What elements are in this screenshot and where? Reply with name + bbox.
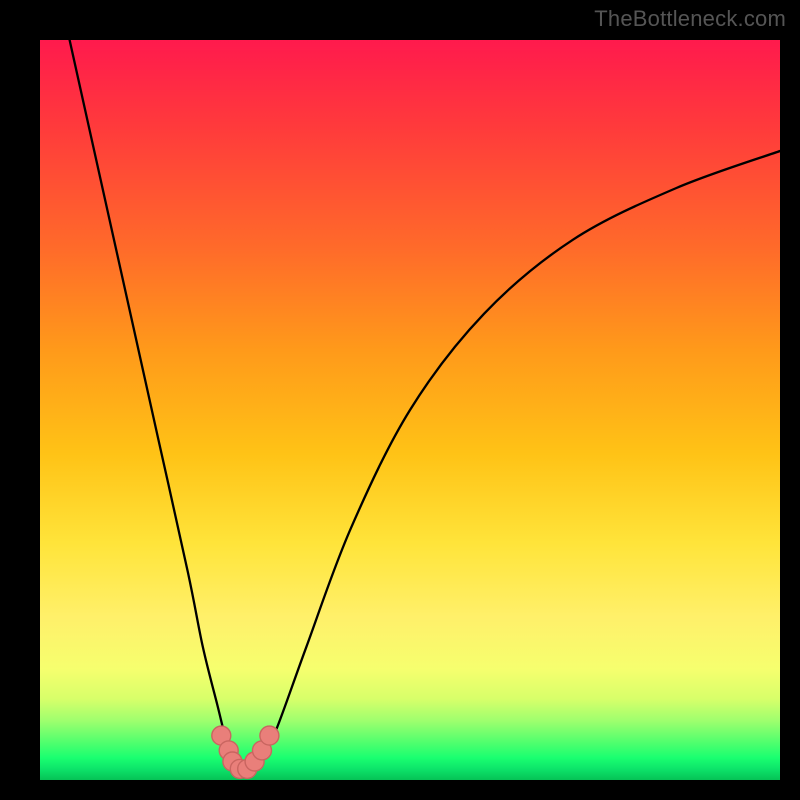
plot-area [40, 40, 780, 780]
chart-frame: TheBottleneck.com [0, 0, 800, 800]
curve-svg [40, 40, 780, 780]
minimum-dots [212, 726, 279, 778]
bottleneck-curve [70, 40, 780, 773]
watermark-text: TheBottleneck.com [594, 6, 786, 32]
minimum-dot [260, 726, 279, 745]
